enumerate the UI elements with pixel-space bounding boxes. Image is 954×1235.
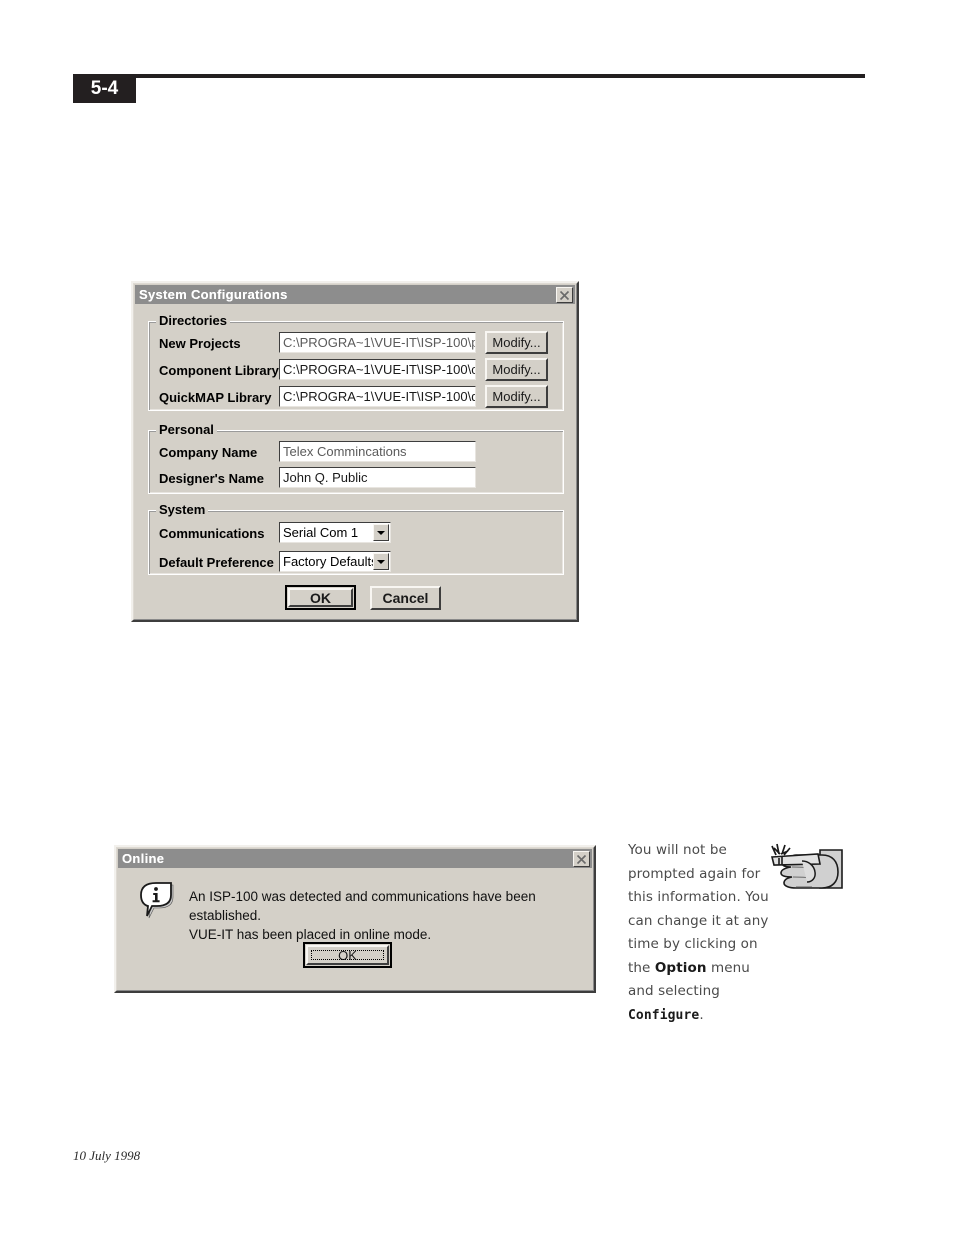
online-close-button[interactable] xyxy=(573,850,590,867)
designers-name-input[interactable]: John Q. Public xyxy=(279,467,476,488)
cancel-button[interactable]: Cancel xyxy=(370,586,441,610)
focus-indicator xyxy=(311,950,384,960)
label-designers-name: Designer's Name xyxy=(159,471,264,486)
directories-legend: Directories xyxy=(156,314,230,328)
quickmap-library-path-field[interactable]: C:\PROGRA~1\VUE-IT\ISP-100\qmap xyxy=(279,386,476,407)
margin-note-bold-configure: Configure xyxy=(628,1007,700,1023)
label-default-preference: Default Preference xyxy=(159,555,274,570)
modify-component-library-button[interactable]: Modify... xyxy=(485,358,548,381)
online-titlebar: Online xyxy=(118,849,592,868)
label-company-name: Company Name xyxy=(159,445,258,460)
online-dialog-title: Online xyxy=(122,851,165,866)
info-icon xyxy=(140,880,180,922)
modify-quickmap-library-button[interactable]: Modify... xyxy=(485,385,548,408)
label-component-library: Component Library xyxy=(159,363,279,378)
online-message: An ISP-100 was detected and communicatio… xyxy=(189,889,536,942)
close-icon xyxy=(576,854,587,864)
component-library-path-field[interactable]: C:\PROGRA~1\VUE-IT\ISP-100\comp xyxy=(279,359,476,380)
dialog-title: System Configurations xyxy=(139,287,288,302)
online-ok-button[interactable]: OK xyxy=(306,945,389,965)
personal-legend: Personal xyxy=(156,423,217,437)
default-preference-select[interactable]: Factory Defaults xyxy=(279,551,391,572)
margin-note-bold-option: Option xyxy=(654,959,707,976)
pointing-hand-icon xyxy=(762,842,848,896)
margin-note: You will not be prompted again for this … xyxy=(628,839,778,1027)
margin-note-line3: . xyxy=(699,1006,704,1023)
modify-new-projects-button[interactable]: Modify... xyxy=(485,331,548,354)
close-button[interactable] xyxy=(556,286,573,303)
chevron-down-icon[interactable] xyxy=(373,524,389,541)
ok-button[interactable]: OK xyxy=(288,588,353,607)
default-preference-value: Factory Defaults xyxy=(283,554,378,569)
company-name-input[interactable]: Telex Commincations xyxy=(279,441,476,462)
communications-select[interactable]: Serial Com 1 xyxy=(279,522,391,543)
ok-button-default-ring: OK xyxy=(285,585,356,610)
communications-value: Serial Com 1 xyxy=(283,525,359,540)
online-dialog: Online An ISP-100 was detected and commu… xyxy=(114,845,596,993)
online-ok-default-ring: OK xyxy=(303,942,392,968)
footer-date: 10 July 1998 xyxy=(73,1148,141,1163)
label-quickmap-library: QuickMAP Library xyxy=(159,390,272,405)
header-rule xyxy=(136,74,865,78)
new-projects-path-field[interactable]: C:\PROGRA~1\VUE-IT\ISP-100\proje xyxy=(279,332,476,353)
label-communications: Communications xyxy=(159,526,265,541)
system-legend: System xyxy=(156,503,209,517)
close-icon xyxy=(559,290,570,300)
margin-note-line1: You will not be prompted again for this … xyxy=(628,842,769,976)
dialog-titlebar: System Configurations xyxy=(135,285,575,304)
chevron-down-icon[interactable] xyxy=(373,553,389,570)
page-header: 5-4 xyxy=(73,74,865,104)
label-new-projects: New Projects xyxy=(159,336,241,351)
page-number: 5-4 xyxy=(73,74,136,103)
system-configurations-dialog: System Configurations Directories New Pr… xyxy=(131,281,579,622)
